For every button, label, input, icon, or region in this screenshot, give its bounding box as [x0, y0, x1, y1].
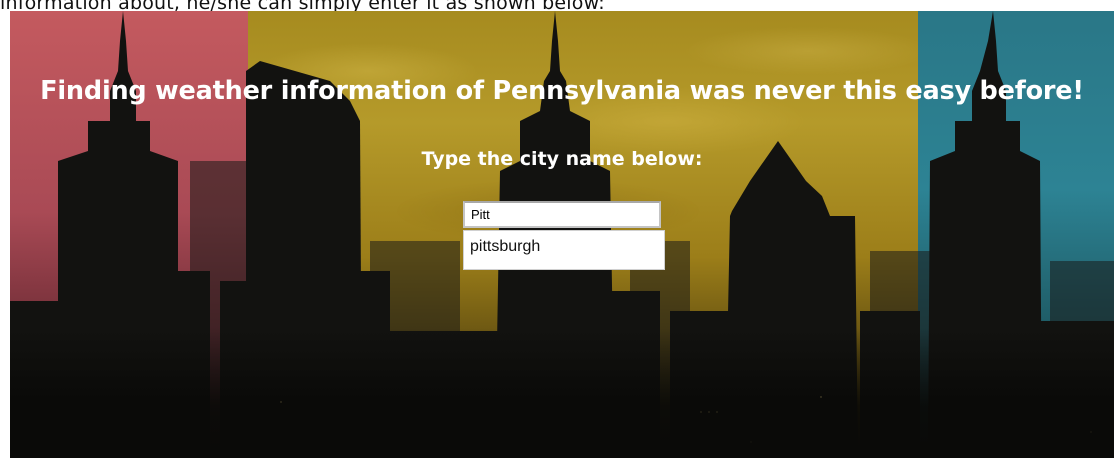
city-prompt: Type the city name below:: [421, 148, 703, 170]
ground-shadow: [10, 328, 1114, 458]
suggestion-item-pittsburgh[interactable]: pittsburgh: [464, 231, 664, 256]
hero-banner: Finding weather information of Pennsylva…: [10, 11, 1114, 458]
city-search-input[interactable]: [463, 201, 661, 228]
autocomplete-dropdown: pittsburgh: [463, 230, 665, 270]
page-title: Finding weather information of Pennsylva…: [40, 76, 1084, 106]
